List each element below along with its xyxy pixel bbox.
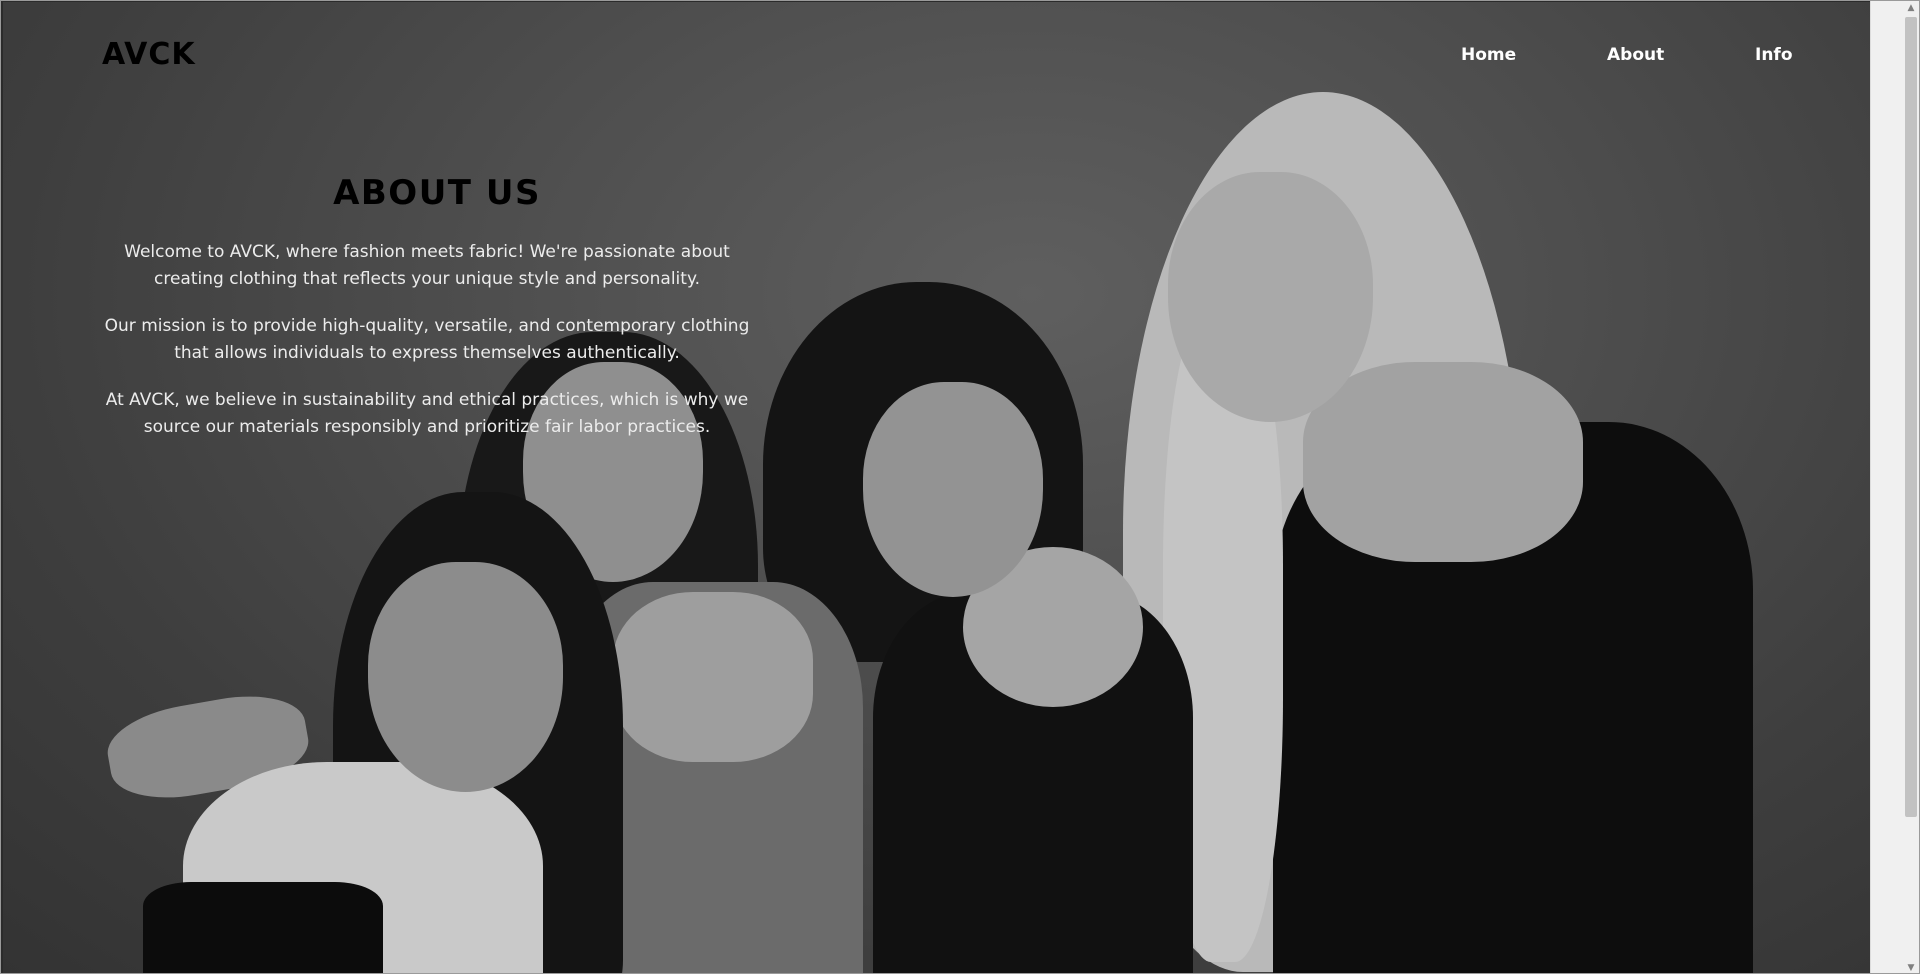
person-2-chest [613, 592, 813, 762]
person-1-top [143, 882, 383, 973]
scrollbar-thumb[interactable] [1905, 17, 1917, 817]
about-paragraph-welcome: Welcome to AVCK, where fashion meets fab… [124, 242, 730, 289]
hero-background-photo [3, 2, 1871, 973]
about-section: ABOUT US Welcome to AVCK, where fashion … [99, 173, 755, 461]
main-nav: Home About Info [1, 45, 1919, 69]
nav-link-info[interactable]: Info [1755, 45, 1793, 65]
person-4-shoulder [1303, 362, 1583, 562]
about-title: ABOUT US [333, 173, 541, 213]
about-paragraph-mission: Our mission is to provide high-quality, … [104, 316, 750, 363]
person-3-face [863, 382, 1043, 597]
scroll-down-arrow-icon[interactable]: ▼ [1905, 961, 1917, 973]
nav-link-home[interactable]: Home [1461, 45, 1516, 65]
nav-link-about[interactable]: About [1607, 45, 1664, 65]
scroll-up-arrow-icon[interactable]: ▲ [1905, 1, 1917, 15]
person-1-face [368, 562, 563, 792]
page: AVCK Home About Info ABOUT US Welcome to… [0, 0, 1920, 974]
vertical-scrollbar[interactable]: ▲ ▼ [1870, 1, 1919, 973]
person-4-face [1168, 172, 1373, 422]
about-paragraph-sustainability: At AVCK, we believe in sustainability an… [105, 390, 749, 437]
